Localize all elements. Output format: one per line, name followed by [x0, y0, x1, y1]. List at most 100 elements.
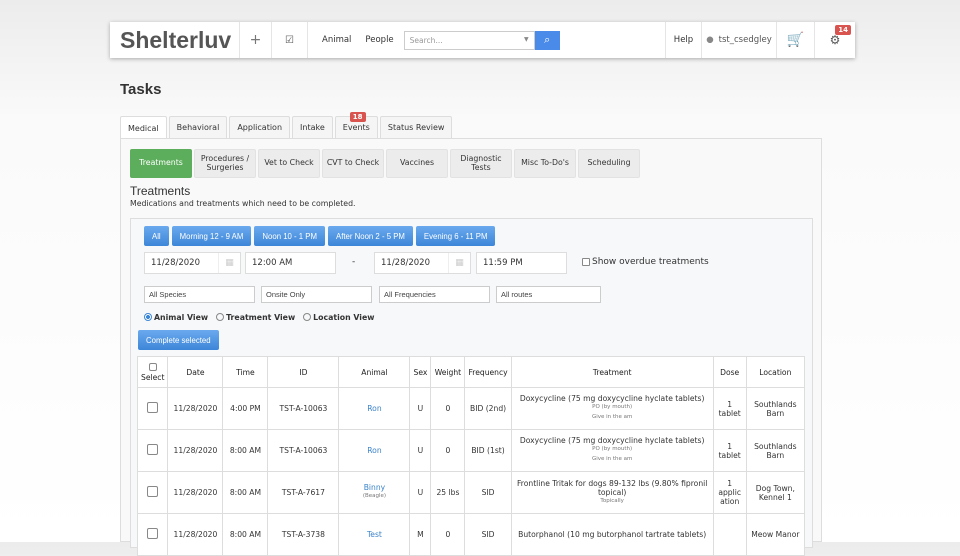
subtab-vet-to-check[interactable]: Vet to Check [258, 149, 320, 178]
treatment-cell: Doxycycline (75 mg doxycycline hyclate t… [510, 429, 714, 472]
tab-intake[interactable]: Intake [292, 116, 333, 138]
tab-behavioral[interactable]: Behavioral [168, 116, 228, 138]
treatment-route: PO (by mouth) [592, 404, 633, 411]
subtab-vaccines[interactable]: Vaccines [386, 149, 448, 178]
chevron-down-icon[interactable]: ▼ [524, 36, 529, 43]
animal-cell: Test [338, 513, 411, 556]
tab-status-review[interactable]: Status Review [379, 116, 453, 138]
frequency-select[interactable]: All Frequencies [379, 286, 490, 303]
username: tst_csedgley [718, 35, 772, 45]
task-tabs: Medical Behavioral Application Intake Ev… [120, 112, 454, 139]
animal-link[interactable]: Ron [367, 404, 381, 413]
show-overdue-checkbox[interactable] [582, 258, 590, 266]
section-title: Treatments [130, 184, 191, 198]
treatment-header[interactable]: Treatment [510, 356, 714, 388]
location-header[interactable]: Location [745, 356, 806, 388]
location-cell: Dog Town, Kennel 1 [745, 471, 806, 514]
calendar-icon[interactable]: ▦ [218, 253, 240, 273]
time-all-button[interactable]: All [144, 226, 169, 246]
view-label: Location View [313, 313, 375, 322]
date-header[interactable]: Date [167, 356, 224, 388]
time-afternoon-button[interactable]: After Noon 2 - 5 PM [328, 226, 413, 246]
table-header-row: Select Date Time ID Animal Sex Weight Fr… [136, 356, 806, 388]
treatment-name: Doxycycline (75 mg doxycycline hyclate t… [519, 436, 705, 446]
end-date-input[interactable]: 11/28/2020 ▦ [374, 252, 471, 274]
id-cell: TST-A-10063 [267, 387, 340, 430]
subtab-procedures[interactable]: Procedures / Surgeries [194, 149, 256, 178]
species-select[interactable]: All Species [144, 286, 255, 303]
add-button[interactable]: + [240, 22, 272, 58]
time-header[interactable]: Time [222, 356, 269, 388]
animal-link[interactable]: Binny [364, 483, 385, 492]
dose-cell: 1 tablet [712, 429, 747, 472]
id-header[interactable]: ID [267, 356, 340, 388]
row-checkbox[interactable] [147, 402, 159, 413]
settings-button[interactable]: ⚙ 14 [815, 22, 855, 58]
show-overdue-option[interactable]: Show overdue treatments [582, 257, 709, 267]
complete-selected-button[interactable]: Complete selected [138, 330, 219, 350]
tab-label: Intake [300, 123, 325, 132]
user-menu[interactable]: ● tst_csedgley [702, 22, 777, 58]
end-time-input[interactable]: 11:59 PM [476, 252, 567, 274]
gear-icon: ⚙ [829, 33, 841, 47]
animal-link[interactable]: Test [367, 530, 382, 539]
subtab-scheduling[interactable]: Scheduling [578, 149, 640, 178]
treatment-name: Butorphanol (10 mg butorphanol tartrate … [518, 530, 707, 539]
time-noon-button[interactable]: Noon 10 - 1 PM [254, 226, 325, 246]
help-link[interactable]: Help [666, 22, 702, 58]
sex-header[interactable]: Sex [409, 356, 432, 388]
treatment-cell: Frontline Tritak for dogs 89-132 lbs (9.… [510, 471, 714, 514]
frequency-cell: SID [464, 513, 512, 556]
calendar-icon[interactable]: ▦ [448, 253, 470, 273]
sex-cell: U [409, 387, 432, 430]
id-cell: TST-A-10063 [267, 429, 340, 472]
view-label: Animal View [154, 313, 209, 322]
select-cell [136, 471, 169, 514]
animal-header[interactable]: Animal [338, 356, 411, 388]
people-label: People [365, 35, 394, 45]
treatments-table: Select Date Time ID Animal Sex Weight Fr… [136, 356, 806, 556]
tab-events[interactable]: Events 18 [334, 112, 378, 138]
row-checkbox[interactable] [147, 444, 159, 455]
time-cell: 8:00 AM [222, 471, 269, 514]
animal-view-radio[interactable]: Animal View [144, 313, 208, 322]
time-evening-button[interactable]: Evening 6 - 11 PM [415, 226, 496, 246]
range-separator: - [352, 257, 356, 267]
tab-medical[interactable]: Medical [120, 116, 167, 139]
top-navbar: Shelterluv + ☑ Animal People Search... ▼ … [110, 22, 855, 58]
time-morning-button[interactable]: Morning 12 - 9 AM [171, 226, 252, 246]
weight-header[interactable]: Weight [430, 356, 466, 388]
animal-cell: Binny (Beagle) [338, 471, 411, 514]
medical-subtabs: Treatments Procedures / Surgeries Vet to… [130, 149, 640, 178]
logo[interactable]: Shelterluv [110, 22, 240, 58]
events-badge: 18 [349, 112, 366, 122]
start-date-input[interactable]: 11/28/2020 ▦ [144, 252, 241, 274]
animal-link[interactable]: Ron [367, 446, 381, 455]
treatment-view-radio[interactable]: Treatment View [216, 313, 295, 322]
location-view-radio[interactable]: Location View [303, 313, 374, 322]
frequency-header[interactable]: Frequency [464, 356, 512, 388]
animal-breed: (Beagle) [362, 493, 387, 500]
header-label: Select [141, 372, 165, 382]
row-checkbox[interactable] [147, 528, 159, 539]
dose-header[interactable]: Dose [712, 356, 747, 388]
start-time-input[interactable]: 12:00 AM [245, 252, 336, 274]
tab-application[interactable]: Application [229, 116, 291, 138]
tasks-checkbox-icon[interactable]: ☑ [272, 22, 308, 58]
page-title: Tasks [120, 81, 162, 98]
subtab-diagnostic-tests[interactable]: Diagnostic Tests [450, 149, 512, 178]
select-cell [136, 513, 169, 556]
sex-cell: M [409, 513, 432, 556]
routes-select[interactable]: All routes [496, 286, 601, 303]
cart-icon[interactable]: 🛒 [777, 22, 815, 58]
table-row: 11/28/2020 8:00 AM TST-A-3738 Test M 0 S… [136, 513, 806, 556]
subtab-misc-todos[interactable]: Misc To-Do's [514, 149, 576, 178]
row-checkbox[interactable] [147, 486, 159, 497]
select-all-header: Select [136, 356, 169, 388]
subtab-treatments[interactable]: Treatments [130, 149, 192, 178]
onsite-select[interactable]: Onsite Only [261, 286, 372, 303]
select-cell [136, 429, 169, 472]
subtab-cvt-to-check[interactable]: CVT to Check [322, 149, 384, 178]
select-all-checkbox[interactable] [148, 362, 157, 371]
search-input[interactable]: Search... ▼ [403, 30, 535, 50]
